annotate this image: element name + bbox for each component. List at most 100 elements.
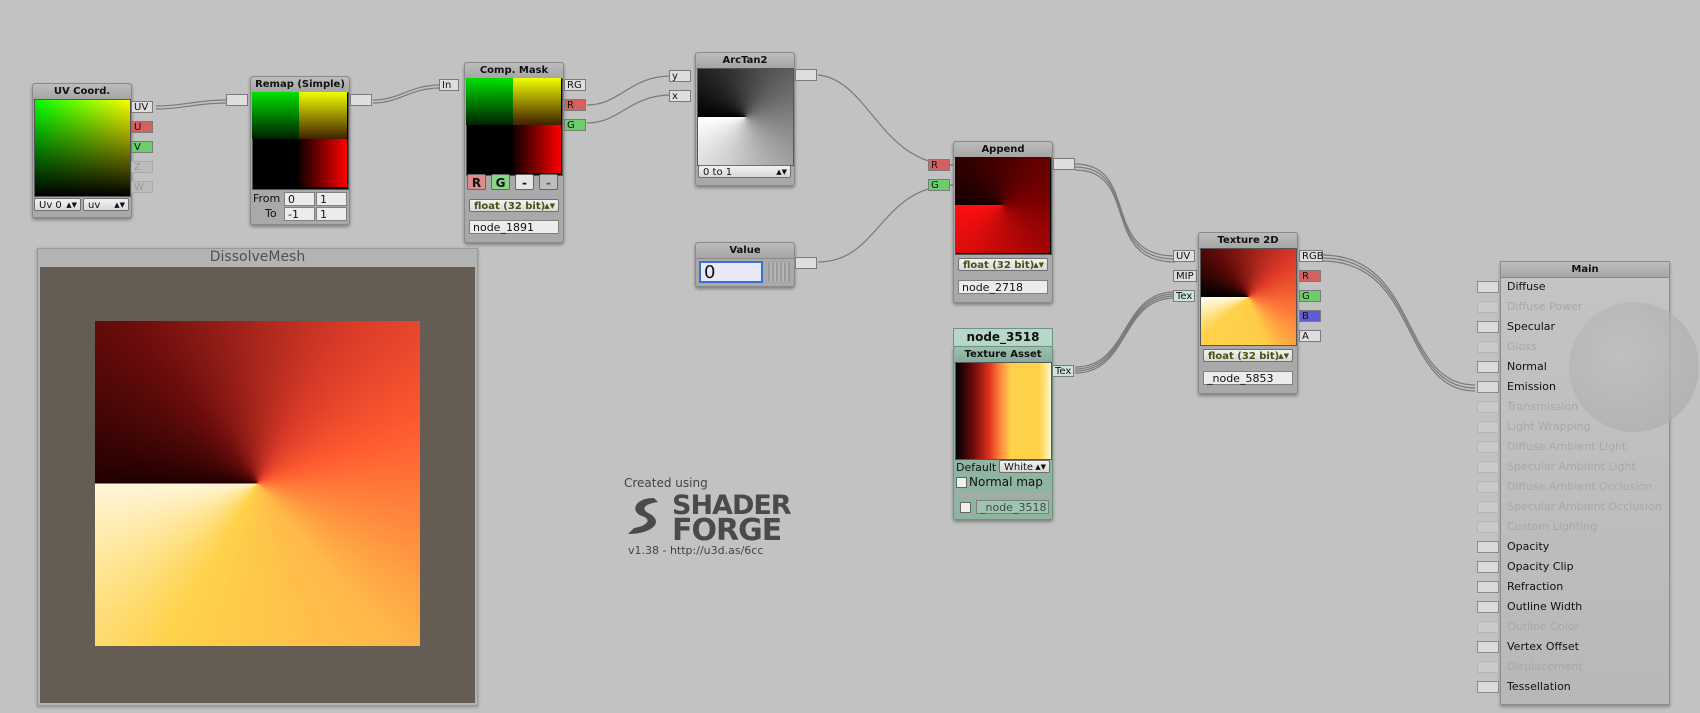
texture-asset-node[interactable]: Texture Asset Default White ▲▼ Normal map… (953, 346, 1053, 520)
main-input-label: Tessellation (1507, 680, 1571, 693)
main-input-port[interactable] (1477, 281, 1499, 293)
uv-out-u[interactable]: U (131, 121, 153, 133)
arctan2-node[interactable]: ArcTan2 0 to 1 ▲▼ (695, 52, 795, 186)
tex2d-out-r[interactable]: R (1299, 270, 1321, 282)
tex2d-out-g[interactable]: G (1299, 290, 1321, 302)
main-input-port[interactable] (1477, 641, 1499, 653)
tex-asset-name-header[interactable]: node_3518 (953, 328, 1053, 347)
main-output-node[interactable]: Main Diffuse Diffuse Power Specular Gloss No… (1477, 261, 1699, 705)
normal-map-checkbox[interactable] (956, 477, 967, 488)
mask-button-g[interactable]: G (491, 174, 510, 190)
main-input-label: Specular Ambient Occlusion (1507, 500, 1662, 513)
main-input-port[interactable] (1477, 681, 1499, 693)
append-out[interactable] (1053, 158, 1075, 170)
precision-dropdown[interactable]: float (32 bit) ▲▼ (1203, 349, 1293, 362)
main-input-label: Gloss (1507, 340, 1537, 353)
main-input-row[interactable]: Opacity Clip (1477, 558, 1671, 578)
main-input-port (1477, 421, 1499, 433)
node-name-field[interactable]: _node_3518 (976, 500, 1049, 514)
append-node[interactable]: Append float (32 bit) ▲▼ node_2718 (953, 141, 1053, 303)
main-input-port (1477, 621, 1499, 633)
precision-dropdown[interactable]: float (32 bit) ▲▼ (469, 199, 559, 212)
main-input-row[interactable]: Normal (1477, 358, 1671, 378)
remap-from-a[interactable]: 0 (284, 192, 315, 206)
main-input-port[interactable] (1477, 601, 1499, 613)
property-checkbox[interactable] (960, 502, 971, 513)
node-name-field[interactable]: _node_5853 (1203, 371, 1293, 385)
preview-viewport[interactable] (40, 267, 475, 703)
main-input-row[interactable]: Diffuse (1477, 278, 1671, 298)
main-input-row[interactable]: Outline Width (1477, 598, 1671, 618)
uv-mode-dropdown[interactable]: uv ▲▼ (83, 198, 129, 211)
tex-asset-out[interactable]: Tex (1052, 365, 1074, 377)
remap-in[interactable] (226, 94, 248, 106)
created-using-text: Created using (624, 476, 708, 490)
node-name-field[interactable]: node_2718 (958, 280, 1048, 294)
tex2d-out-b[interactable]: B (1299, 310, 1321, 322)
main-input-port[interactable] (1477, 321, 1499, 333)
uv-out-uv[interactable]: UV (131, 101, 153, 113)
precision-dropdown[interactable]: float (32 bit) ▲▼ (958, 258, 1048, 271)
main-input-port[interactable] (1477, 541, 1499, 553)
shader-forge-logo-icon (624, 494, 668, 538)
arctan-preview (697, 68, 794, 166)
node-name-field[interactable]: node_1891 (469, 220, 559, 234)
main-input-row[interactable]: Refraction (1477, 578, 1671, 598)
arctan-in-x[interactable]: x (669, 90, 691, 102)
remap-out[interactable] (350, 94, 372, 106)
compmask-in[interactable]: In (439, 79, 459, 91)
tex2d-out-a[interactable]: A (1299, 330, 1321, 342)
preview-title: DissolveMesh (209, 249, 306, 265)
tex2d-in-mip[interactable]: MIP (1173, 270, 1197, 282)
value-out[interactable] (795, 257, 817, 269)
compmask-out-r[interactable]: R (564, 99, 586, 111)
main-input-row[interactable]: Tessellation (1477, 678, 1671, 698)
main-input-row[interactable]: Emission (1477, 378, 1671, 398)
main-input-row: Specular Ambient Occlusion (1477, 498, 1671, 518)
version-text: v1.38 - http://u3d.as/6cc (628, 544, 764, 557)
remap-to-a[interactable]: -1 (284, 207, 315, 221)
main-title: Main (1501, 262, 1669, 278)
compmask-out-g[interactable]: G (564, 119, 586, 131)
tex2d-in-uv[interactable]: UV (1173, 250, 1195, 262)
main-input-row[interactable]: Specular (1477, 318, 1671, 338)
uv-channel-dropdown[interactable]: Uv 0 ▲▼ (34, 198, 81, 211)
mask-button-b[interactable]: - (515, 174, 534, 190)
main-input-label: Refraction (1507, 580, 1564, 593)
arctan-mode-dropdown[interactable]: 0 to 1 ▲▼ (698, 165, 791, 178)
arctan-in-y[interactable]: y (669, 70, 691, 82)
main-input-row: Diffuse Ambient Occlusion (1477, 478, 1671, 498)
value-node[interactable]: Value 0 (695, 242, 795, 287)
main-input-label: Custom Lighting (1507, 520, 1598, 533)
main-input-port[interactable] (1477, 561, 1499, 573)
texture-asset-preview (955, 362, 1052, 460)
append-in-g[interactable]: G (928, 179, 950, 191)
texture-2d-node[interactable]: Texture 2D float (32 bit) ▲▼ _node_5853 (1198, 232, 1298, 394)
tex2d-out-rgb[interactable]: RGB (1299, 250, 1324, 262)
main-input-row[interactable]: Opacity (1477, 538, 1671, 558)
append-in-r[interactable]: R (928, 159, 950, 171)
arctan-out[interactable] (795, 69, 817, 81)
remap-node[interactable]: Remap (Simple) From 0 1 To -1 1 (250, 76, 350, 225)
default-dropdown[interactable]: White ▲▼ (999, 460, 1050, 473)
main-input-row[interactable]: Vertex Offset (1477, 638, 1671, 658)
main-input-label: Normal (1507, 360, 1547, 373)
main-input-row: Diffuse Ambient Light (1477, 438, 1671, 458)
main-input-port (1477, 481, 1499, 493)
main-input-port[interactable] (1477, 361, 1499, 373)
remap-to-b[interactable]: 1 (316, 207, 347, 221)
mask-button-r[interactable]: R (467, 174, 486, 190)
compmask-out-rg[interactable]: RG (564, 79, 586, 91)
uv-out-v[interactable]: V (131, 141, 153, 153)
remap-from-b[interactable]: 1 (316, 192, 347, 206)
mesh-preview-panel[interactable]: DissolveMesh (37, 248, 478, 706)
uv-coord-node[interactable]: UV Coord. Uv 0 ▲▼ uv ▲▼ (32, 83, 132, 218)
mask-button-a[interactable]: - (539, 174, 558, 190)
main-input-port[interactable] (1477, 381, 1499, 393)
value-input[interactable]: 0 (699, 261, 763, 283)
tex2d-in-tex[interactable]: Tex (1173, 290, 1195, 302)
value-slider-handle[interactable] (768, 263, 790, 281)
main-input-port[interactable] (1477, 581, 1499, 593)
main-input-row: Custom Lighting (1477, 518, 1671, 538)
comp-mask-node[interactable]: Comp. Mask R G - - float (32 bit) ▲▼ node… (464, 62, 564, 243)
